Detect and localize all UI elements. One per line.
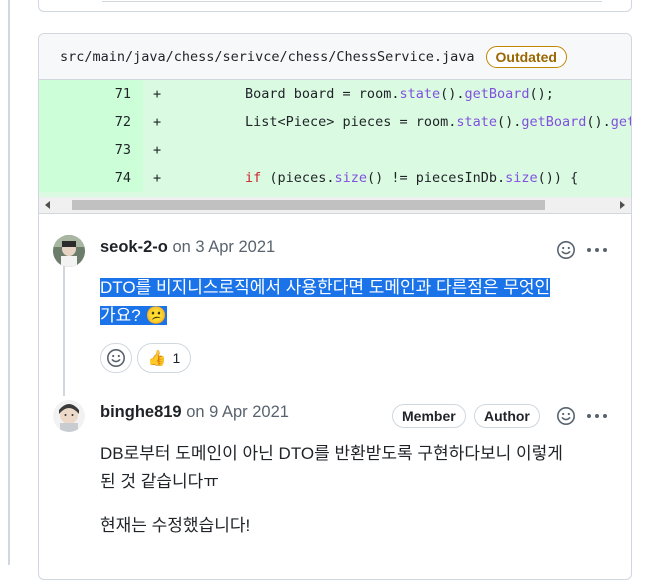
previous-review-box (38, 0, 632, 12)
review-comment: binghe819 on 9 Apr 2021 Member Author DB… (39, 384, 631, 579)
line-number[interactable]: 73 (39, 136, 143, 164)
member-badge: Member (392, 404, 466, 428)
comment-text-line: 된 것 같습니다ㅠ (100, 472, 219, 491)
diff-line: 73 + (39, 136, 631, 164)
diff-line: 72 + List<Piece> pieces = room.state().g… (39, 108, 631, 136)
comment-body: DB로부터 도메인이 아닌 DTO를 반환받도록 구현하다보니 이렇게 된 것 … (100, 440, 563, 540)
thumbs-up-reaction[interactable]: 👍 1 (137, 343, 191, 373)
comment-header: seok-2-o on 3 Apr 2021 (100, 238, 275, 257)
add-reaction-icon (107, 349, 125, 367)
line-number[interactable]: 71 (39, 80, 143, 108)
file-header: src/main/java/chess/serivce/chess/ChessS… (39, 34, 631, 80)
scroll-left-arrow-icon[interactable] (45, 201, 50, 209)
comment-text-line: 현재는 수정했습니다! (100, 516, 251, 535)
author-link[interactable]: binghe819 (100, 403, 182, 421)
reaction-count: 1 (172, 350, 181, 366)
review-thread: src/main/java/chess/serivce/chess/ChessS… (38, 33, 632, 580)
comment-date-link[interactable]: on 9 Apr 2021 (186, 403, 289, 421)
author-badge: Author (474, 404, 540, 428)
comment-text-line: 가요? 😕 (100, 306, 167, 325)
diff-sign: + (153, 170, 162, 186)
scroll-thumb[interactable] (72, 200, 545, 210)
comment-body: DTO를 비지니스로직에서 사용한다면 도메인과 다른점은 무엇인 가요? 😕 (100, 274, 551, 330)
smiley-icon[interactable] (555, 405, 577, 427)
comment-header: binghe819 on 9 Apr 2021 (100, 403, 289, 422)
diff-code: 71 + Board board = room.state().getBoard… (39, 80, 631, 197)
file-path-link[interactable]: src/main/java/chess/serivce/chess/ChessS… (60, 49, 475, 65)
kebab-horizontal-icon[interactable] (585, 239, 609, 261)
thumbs-up-icon: 👍 (147, 350, 167, 367)
code-text: List<Piece> pieces = room.state().getBoa… (180, 114, 631, 130)
timeline-rail (8, 0, 10, 565)
review-comment: seok-2-o on 3 Apr 2021 DTO를 비지니스로직에서 사용한… (39, 214, 631, 396)
horizontal-scrollbar[interactable] (39, 197, 631, 214)
avatar[interactable] (53, 400, 85, 432)
scroll-right-arrow-icon[interactable] (620, 201, 625, 209)
add-reaction-button[interactable] (100, 343, 132, 373)
author-link[interactable]: seok-2-o (100, 238, 168, 256)
diff-line: 74 + if (pieces.size() != piecesInDb.siz… (39, 164, 631, 192)
line-number[interactable]: 74 (39, 164, 143, 192)
code-text: Board board = room.state().getBoard(); (180, 86, 554, 102)
smiley-icon[interactable] (555, 239, 577, 261)
diff-line: 71 + Board board = room.state().getBoard… (39, 80, 631, 108)
comment-text-line: DB로부터 도메인이 아닌 DTO를 반환받도록 구현하다보니 이렇게 (100, 444, 563, 463)
avatar[interactable] (53, 235, 85, 267)
diff-sign: + (153, 114, 162, 130)
outdated-badge: Outdated (485, 45, 567, 68)
diff-sign: + (153, 86, 162, 102)
line-number[interactable]: 72 (39, 108, 143, 136)
kebab-horizontal-icon[interactable] (585, 405, 609, 427)
thread-rail (63, 246, 65, 396)
diff-sign: + (153, 142, 162, 158)
comment-text-line: DTO를 비지니스로직에서 사용한다면 도메인과 다른점은 무엇인 (100, 278, 551, 297)
code-text: if (pieces.size() != piecesInDb.size()) … (245, 170, 579, 186)
comment-date-link[interactable]: on 3 Apr 2021 (172, 238, 275, 256)
